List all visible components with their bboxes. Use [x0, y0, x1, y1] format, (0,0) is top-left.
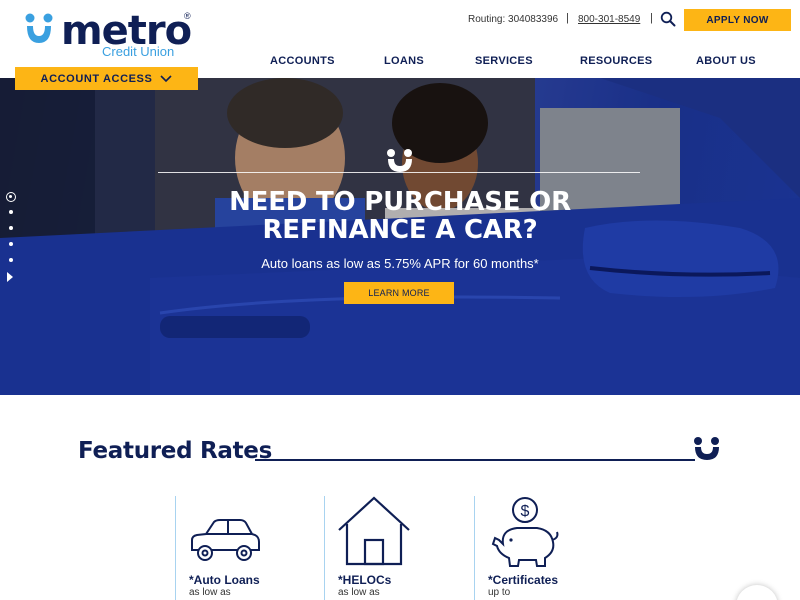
- featured-rates-rule: [255, 459, 695, 461]
- chevron-down-icon: [160, 74, 173, 82]
- metro-logo[interactable]: metro ® Credit Union: [24, 8, 194, 62]
- rate-card-helocs[interactable]: *HELOCs as low as: [324, 496, 472, 600]
- utility-separator: |: [650, 12, 653, 24]
- hero-banner: NEED TO PURCHASE OR REFINANCE A CAR? Aut…: [0, 78, 800, 395]
- slide-dot[interactable]: [9, 210, 13, 214]
- metro-mark-icon: [387, 149, 412, 172]
- routing-number: Routing: 304083396: [468, 14, 559, 25]
- nav-item-loans[interactable]: LOANS: [384, 55, 424, 67]
- play-icon[interactable]: [7, 272, 13, 282]
- rate-card-auto-loans[interactable]: *Auto Loans as low as: [175, 496, 323, 600]
- svg-text:$: $: [521, 503, 530, 520]
- slide-dot-active[interactable]: [6, 192, 16, 202]
- featured-rates-title: Featured Rates: [78, 438, 272, 464]
- utility-separator: |: [566, 12, 569, 24]
- account-access-button[interactable]: ACCOUNT ACCESS: [15, 67, 198, 90]
- nav-item-resources[interactable]: RESOURCES: [580, 55, 652, 67]
- rate-card-note: as low as: [189, 587, 231, 598]
- slide-dot[interactable]: [9, 226, 13, 230]
- slide-dot[interactable]: [9, 258, 13, 262]
- registered-mark: ®: [184, 11, 191, 21]
- chat-launcher-button[interactable]: [736, 585, 778, 600]
- nav-item-accounts[interactable]: ACCOUNTS: [270, 55, 335, 67]
- rate-card-note: as low as: [338, 587, 380, 598]
- search-button[interactable]: [660, 11, 676, 27]
- car-icon: [191, 519, 260, 561]
- rate-card-note: up to: [488, 587, 511, 598]
- metro-mark-icon: [694, 437, 719, 460]
- hero-title-line: NEED TO PURCHASE OR: [229, 187, 571, 217]
- rate-card-title: *Certificates: [488, 573, 559, 587]
- slide-dot[interactable]: [9, 242, 13, 246]
- learn-more-button[interactable]: LEARN MORE: [344, 282, 454, 304]
- nav-item-services[interactable]: SERVICES: [475, 55, 533, 67]
- account-access-label: ACCOUNT ACCESS: [40, 72, 153, 85]
- hero-divider: [158, 172, 640, 173]
- metro-logo-mark-icon: [25, 13, 53, 43]
- rate-card-title: *HELOCs: [338, 573, 392, 587]
- piggy-bank-icon: $: [491, 497, 559, 567]
- house-icon: [338, 496, 410, 566]
- rate-card-certificates[interactable]: $ *Certificates up to: [474, 496, 622, 600]
- hero-title: NEED TO PURCHASE OR REFINANCE A CAR?: [150, 188, 650, 244]
- search-icon: [660, 11, 676, 27]
- logo-subtitle: Credit Union: [102, 44, 175, 59]
- hero-title-line: REFINANCE A CAR?: [262, 215, 538, 245]
- nav-item-about-us[interactable]: ABOUT US: [696, 55, 756, 67]
- rate-card-title: *Auto Loans: [189, 573, 260, 587]
- apply-now-button[interactable]: APPLY NOW: [684, 9, 791, 31]
- hero-subtitle: Auto loans as low as 5.75% APR for 60 mo…: [261, 256, 539, 271]
- phone-link[interactable]: 800-301-8549: [578, 14, 640, 25]
